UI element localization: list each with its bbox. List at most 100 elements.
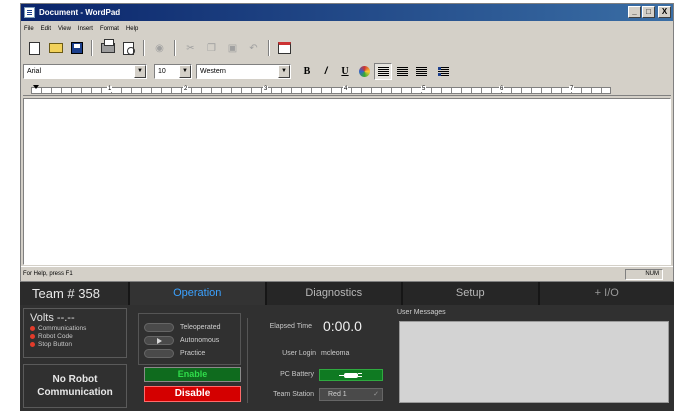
elapsed-time-value: 0:00.0	[323, 318, 362, 334]
mode-autonomous[interactable]: Autonomous	[144, 334, 239, 346]
align-center-button[interactable]	[393, 63, 411, 80]
color-button[interactable]	[355, 63, 373, 80]
font-select[interactable]: Arial ▼	[23, 63, 147, 79]
user-login-label: User Login	[282, 350, 316, 357]
mode-pill-selected-icon	[144, 335, 174, 345]
maximize-button[interactable]: □	[642, 6, 655, 18]
robot-comm-status: No Robot Communication	[23, 364, 127, 408]
pc-battery-label: PC Battery	[280, 371, 314, 378]
close-button[interactable]: X	[658, 6, 671, 18]
document-area[interactable]	[23, 98, 671, 265]
menu-view[interactable]: View	[58, 26, 71, 32]
indicator-stop-button: Stop Button	[30, 341, 120, 348]
font-size-value: 10	[158, 67, 166, 75]
toolbar-divider	[143, 40, 145, 56]
menu-edit[interactable]: Edit	[41, 26, 51, 32]
mode-selector: Teleoperated Autonomous Practice	[138, 313, 241, 365]
paste-icon: ▣	[227, 42, 238, 54]
num-lock-indicator: NUM	[625, 269, 663, 280]
print-button[interactable]	[98, 39, 117, 57]
tab-diagnostics[interactable]: Diagnostics	[264, 282, 401, 305]
minimize-button[interactable]: _	[628, 6, 641, 18]
script-select[interactable]: Western ▼	[196, 63, 291, 79]
print-icon	[100, 39, 115, 53]
script-value: Western	[200, 67, 226, 75]
print-preview-button[interactable]	[119, 39, 138, 57]
team-station-select[interactable]: Red 1 ✓	[319, 388, 383, 401]
driver-station: Team # 358 Operation Diagnostics Setup +…	[20, 282, 674, 411]
window-title: Document - WordPad	[39, 8, 121, 17]
indicator-communications: Communications	[30, 325, 120, 332]
mode-practice[interactable]: Practice	[144, 347, 239, 359]
wordpad-icon	[24, 7, 35, 18]
cut-button[interactable]: ✂	[181, 39, 200, 57]
font-size-select[interactable]: 10 ▼	[154, 63, 192, 79]
tab-io[interactable]: + I/O	[537, 282, 674, 305]
chevron-down-icon[interactable]: ▼	[179, 64, 191, 78]
team-station-value: Red 1	[328, 391, 347, 398]
menu-format[interactable]: Format	[100, 26, 119, 32]
tab-operation[interactable]: Operation	[128, 282, 265, 305]
elapsed-time-label: Elapsed Time	[269, 323, 312, 330]
menu-bar: File Edit View Insert Format Help	[21, 22, 673, 35]
ruler-number: 1	[107, 86, 113, 92]
italic-button[interactable]: /	[317, 63, 335, 80]
ruler-number: 4	[343, 86, 349, 92]
new-button[interactable]	[25, 39, 44, 57]
no-robot-line2: Communication	[37, 387, 113, 398]
indicator-label: Stop Button	[38, 341, 72, 348]
bold-button[interactable]: B	[298, 63, 316, 80]
menu-file[interactable]: File	[24, 26, 34, 32]
undo-button[interactable]: ↶	[244, 39, 263, 57]
mode-pill-icon	[144, 322, 174, 332]
pc-battery-indicator	[319, 369, 383, 381]
underline-button[interactable]: U	[336, 63, 354, 80]
chevron-down-icon[interactable]: ▼	[134, 64, 146, 78]
indent-marker[interactable]	[33, 85, 39, 89]
mode-pill-icon	[144, 348, 174, 358]
mode-teleoperated[interactable]: Teleoperated	[144, 321, 239, 333]
status-dot-icon	[30, 334, 35, 339]
toolbar-divider	[268, 40, 270, 56]
disable-button[interactable]: Disable	[144, 386, 241, 402]
ruler-number: 5	[421, 86, 427, 92]
screen: Document - WordPad _ □ X File Edit View …	[0, 0, 674, 411]
copy-icon: ❐	[207, 42, 216, 54]
save-button[interactable]	[67, 39, 86, 57]
align-left-button[interactable]	[374, 62, 392, 80]
chevron-down-icon[interactable]: ▼	[278, 64, 290, 78]
palette-icon	[358, 65, 370, 77]
date-time-button[interactable]	[275, 39, 294, 57]
ruler[interactable]: 1 2 3 4 5 6 7	[23, 84, 671, 96]
open-button[interactable]	[46, 39, 65, 57]
menu-insert[interactable]: Insert	[78, 26, 93, 32]
toolbar-divider	[91, 40, 93, 56]
paste-button[interactable]: ▣	[223, 39, 242, 57]
align-center-icon	[396, 66, 408, 76]
save-icon	[70, 42, 83, 54]
bullets-button[interactable]	[434, 63, 452, 80]
plug-icon	[339, 372, 362, 378]
enable-button[interactable]: Enable	[144, 367, 241, 382]
tab-setup[interactable]: Setup	[401, 282, 538, 305]
date-time-icon	[278, 42, 291, 54]
align-right-button[interactable]	[412, 63, 430, 80]
no-robot-line1: No Robot	[52, 374, 98, 385]
cut-icon: ✂	[186, 42, 195, 54]
user-messages-area[interactable]	[399, 321, 669, 403]
ruler-number: 2	[183, 86, 189, 92]
menu-help[interactable]: Help	[126, 26, 138, 32]
mode-label: Practice	[180, 349, 206, 357]
open-icon	[48, 43, 63, 53]
align-left-icon	[377, 66, 389, 76]
team-number: Team # 358	[20, 282, 128, 305]
format-toolbar: Arial ▼ 10 ▼ Western ▼ B / U	[23, 61, 671, 81]
copy-button[interactable]: ❐	[202, 39, 221, 57]
ruler-track	[31, 87, 611, 94]
bullets-icon	[437, 66, 449, 76]
find-button[interactable]: ◉	[150, 39, 169, 57]
title-bar[interactable]: Document - WordPad _ □ X	[21, 4, 673, 21]
mode-label: Autonomous	[180, 336, 220, 344]
status-dot-icon	[30, 342, 35, 347]
align-right-icon	[415, 66, 427, 76]
